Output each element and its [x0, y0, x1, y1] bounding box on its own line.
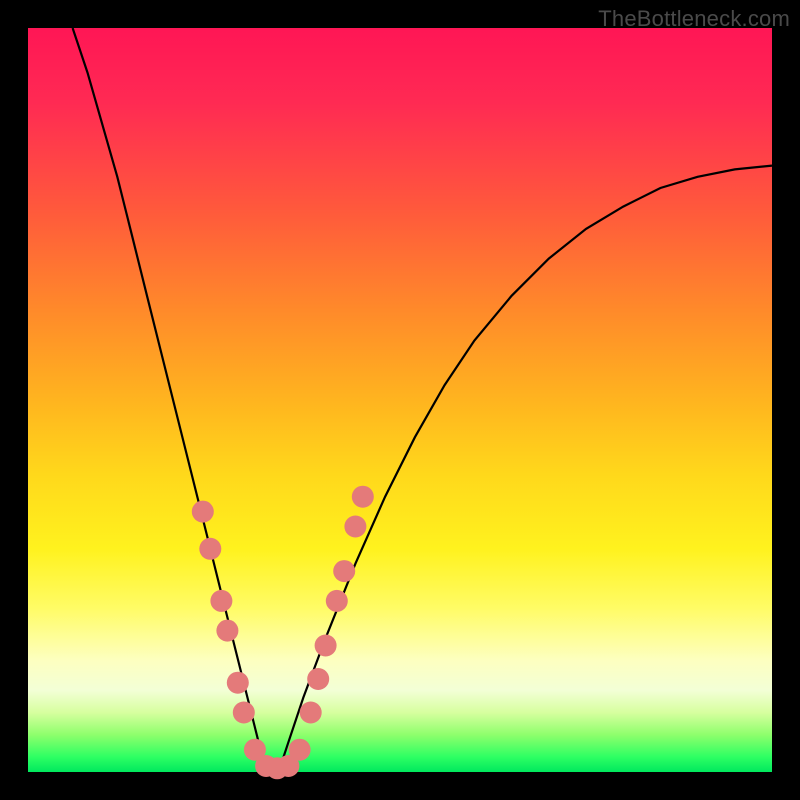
data-marker [227, 672, 249, 694]
data-marker [333, 560, 355, 582]
data-marker [216, 620, 238, 642]
data-marker [199, 538, 221, 560]
data-marker [315, 635, 337, 657]
curve-layer [28, 28, 772, 772]
data-marker [192, 501, 214, 523]
plot-area [28, 28, 772, 772]
data-marker [344, 516, 366, 538]
watermark-text: TheBottleneck.com [598, 6, 790, 32]
data-marker [352, 486, 374, 508]
data-marker [326, 590, 348, 612]
bottleneck-curve [73, 28, 772, 772]
data-marker [210, 590, 232, 612]
chart-frame: TheBottleneck.com [0, 0, 800, 800]
data-marker [307, 668, 329, 690]
marker-group [192, 486, 374, 780]
data-marker [300, 702, 322, 724]
data-marker [233, 702, 255, 724]
data-marker [289, 739, 311, 761]
